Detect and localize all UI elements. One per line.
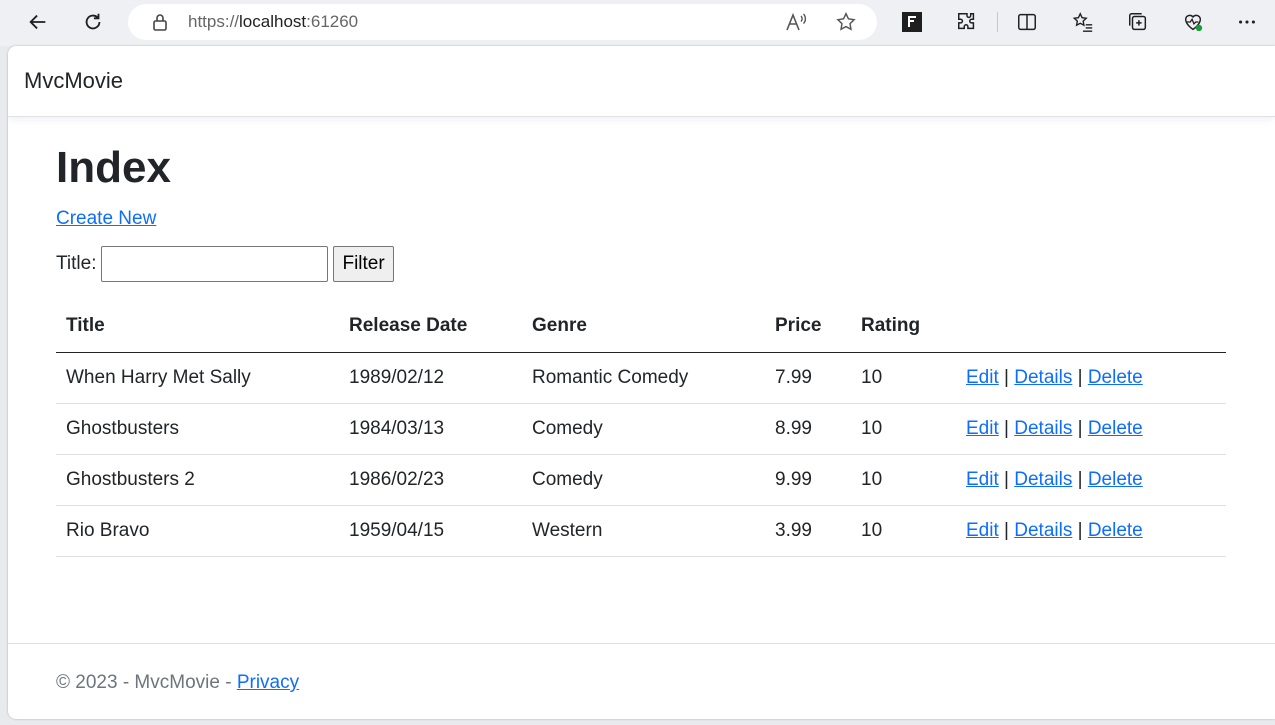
copyright-text: © 2023 - MvcMovie - bbox=[56, 672, 237, 693]
cell-actions: Edit | Details | Delete bbox=[956, 505, 1226, 557]
cell-release-date: 1989/02/12 bbox=[339, 352, 522, 404]
action-separator: | bbox=[1077, 468, 1083, 490]
cell-actions: Edit | Details | Delete bbox=[956, 454, 1226, 506]
edit-link[interactable]: Edit bbox=[966, 520, 999, 541]
delete-link[interactable]: Delete bbox=[1088, 367, 1143, 388]
address-bar[interactable]: https://localhost:61260 bbox=[128, 4, 877, 40]
page-title: Index bbox=[56, 143, 171, 192]
privacy-link[interactable]: Privacy bbox=[237, 672, 299, 693]
read-aloud-icon[interactable] bbox=[785, 12, 807, 32]
header-release-date: Release Date bbox=[339, 300, 522, 353]
filter-title-label: Title: bbox=[56, 253, 97, 274]
cell-rating: 10 bbox=[851, 403, 956, 455]
back-arrow-icon bbox=[29, 14, 46, 30]
details-link[interactable]: Details bbox=[1014, 367, 1072, 388]
more-options-icon[interactable] bbox=[1235, 10, 1259, 34]
cell-genre: Comedy bbox=[522, 454, 765, 506]
details-link[interactable]: Details bbox=[1014, 520, 1072, 541]
cell-rating: 10 bbox=[851, 505, 956, 557]
cell-price: 8.99 bbox=[765, 403, 851, 455]
refresh-icon bbox=[85, 13, 101, 30]
favorite-star-icon[interactable] bbox=[835, 11, 857, 33]
favorites-list-icon[interactable] bbox=[1071, 10, 1095, 34]
refresh-button[interactable] bbox=[76, 5, 110, 39]
action-separator: | bbox=[1077, 417, 1083, 439]
cell-price: 3.99 bbox=[765, 505, 851, 557]
header-price: Price bbox=[765, 300, 851, 353]
browser-toolbar: https://localhost:61260 bbox=[0, 0, 1275, 46]
url-port: :61260 bbox=[306, 12, 359, 31]
cell-price: 9.99 bbox=[765, 454, 851, 506]
action-separator: | bbox=[1004, 417, 1009, 439]
page-viewport: MvcMovie Index Create New Title: Filter … bbox=[8, 46, 1275, 719]
filter-button[interactable]: Filter bbox=[333, 246, 394, 282]
cell-genre: Romantic Comedy bbox=[522, 352, 765, 404]
footer-text: © 2023 - MvcMovie - Privacy bbox=[56, 672, 299, 694]
toolbar-separator bbox=[997, 12, 998, 32]
table-row: Ghostbusters 1984/03/13 Comedy 8.99 10 E… bbox=[56, 403, 1226, 455]
action-separator: | bbox=[1004, 468, 1009, 490]
create-new-link[interactable]: Create New bbox=[56, 208, 156, 230]
header-actions bbox=[956, 300, 1226, 353]
cell-actions: Edit | Details | Delete bbox=[956, 403, 1226, 455]
delete-link[interactable]: Delete bbox=[1088, 469, 1143, 490]
action-separator: | bbox=[1077, 366, 1083, 388]
cell-release-date: 1986/02/23 bbox=[339, 454, 522, 506]
table-row: Ghostbusters 2 1986/02/23 Comedy 9.99 10… bbox=[56, 454, 1226, 506]
browser-essentials-heart-icon[interactable] bbox=[1181, 10, 1205, 34]
cell-title: Rio Bravo bbox=[56, 505, 339, 557]
cell-rating: 10 bbox=[851, 454, 956, 506]
delete-link[interactable]: Delete bbox=[1088, 520, 1143, 541]
collections-icon[interactable] bbox=[1126, 10, 1150, 34]
table-row: When Harry Met Sally 1989/02/12 Romantic… bbox=[56, 352, 1226, 404]
cell-genre: Comedy bbox=[522, 403, 765, 455]
cell-release-date: 1959/04/15 bbox=[339, 505, 522, 557]
split-screen-icon[interactable] bbox=[1015, 10, 1039, 34]
cell-genre: Western bbox=[522, 505, 765, 557]
table-header-row: Title Release Date Genre Price Rating bbox=[56, 300, 1226, 353]
extension-f-icon[interactable] bbox=[900, 10, 924, 34]
details-link[interactable]: Details bbox=[1014, 418, 1072, 439]
cell-title: When Harry Met Sally bbox=[56, 352, 339, 404]
brand-link[interactable]: MvcMovie bbox=[24, 68, 123, 94]
filter-form: Title: Filter bbox=[56, 246, 1226, 282]
url-text: https://localhost:61260 bbox=[188, 12, 358, 32]
url-host: localhost bbox=[239, 12, 307, 31]
cell-actions: Edit | Details | Delete bbox=[956, 352, 1226, 404]
edit-link[interactable]: Edit bbox=[966, 469, 999, 490]
action-separator: | bbox=[1077, 519, 1083, 541]
extensions-puzzle-icon[interactable] bbox=[955, 10, 979, 34]
back-button[interactable] bbox=[21, 5, 55, 39]
cell-title: Ghostbusters 2 bbox=[56, 454, 339, 506]
cell-rating: 10 bbox=[851, 352, 956, 404]
action-separator: | bbox=[1004, 519, 1009, 541]
details-link[interactable]: Details bbox=[1014, 469, 1072, 490]
action-separator: | bbox=[1004, 366, 1009, 388]
header-rating: Rating bbox=[851, 300, 956, 353]
table-row: Rio Bravo 1959/04/15 Western 3.99 10 Edi… bbox=[56, 505, 1226, 557]
header-genre: Genre bbox=[522, 300, 765, 353]
navbar: MvcMovie bbox=[8, 46, 1275, 117]
lock-icon bbox=[153, 14, 167, 31]
cell-title: Ghostbusters bbox=[56, 403, 339, 455]
edit-link[interactable]: Edit bbox=[966, 418, 999, 439]
cell-price: 7.99 bbox=[765, 352, 851, 404]
main-content: Index Create New Title: Filter Title Rel… bbox=[56, 142, 1226, 557]
delete-link[interactable]: Delete bbox=[1088, 418, 1143, 439]
url-scheme: https:// bbox=[188, 12, 240, 31]
header-title: Title bbox=[56, 300, 339, 353]
edit-link[interactable]: Edit bbox=[966, 367, 999, 388]
title-filter-input[interactable] bbox=[101, 246, 329, 282]
cell-release-date: 1984/03/13 bbox=[339, 403, 522, 455]
footer: © 2023 - MvcMovie - Privacy bbox=[8, 643, 1275, 719]
movies-table: Title Release Date Genre Price Rating Wh… bbox=[56, 300, 1226, 557]
